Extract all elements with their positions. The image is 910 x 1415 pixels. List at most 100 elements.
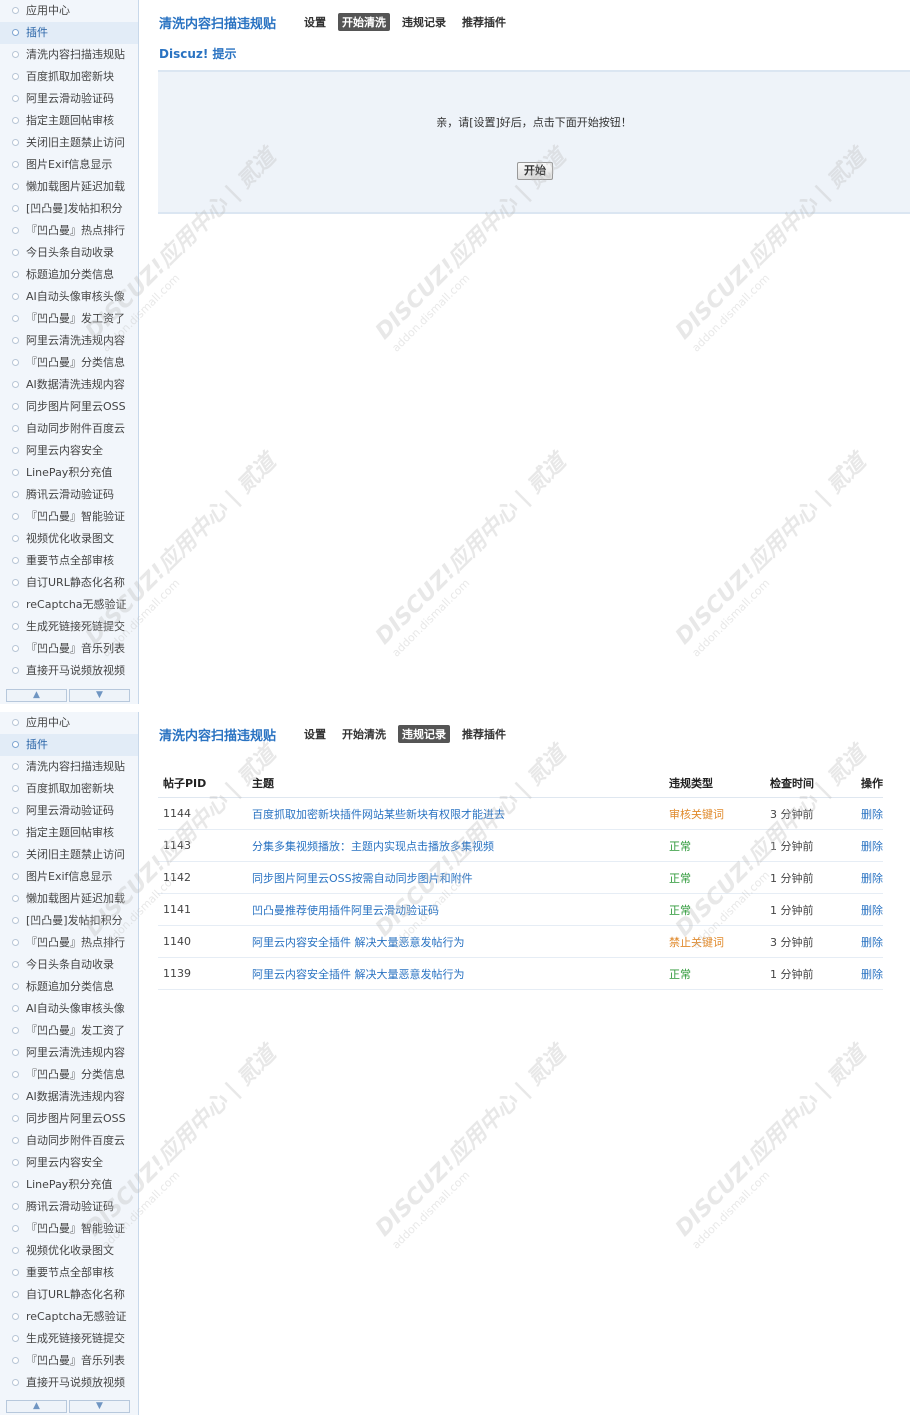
sidebar-item[interactable]: 『凹凸曼』分类信息: [0, 1064, 138, 1086]
sidebar-item[interactable]: 插件: [0, 22, 138, 44]
sidebar-item[interactable]: 应用中心: [0, 712, 138, 734]
sidebar: 应用中心插件 清洗内容扫描违规贴 百度抓取加密新块 阿里云滑动验证码 指定主题回帖审核关…: [0, 0, 139, 704]
sidebar-item[interactable]: 同步图片阿里云OSS: [0, 1108, 138, 1130]
table-cell: 同步图片阿里云OSS按需自动同步图片和附件: [247, 861, 664, 894]
sidebar-item[interactable]: 重要节点全部审核: [0, 1262, 138, 1284]
row-delete-link[interactable]: 删除: [861, 872, 883, 885]
sidebar-item[interactable]: reCaptcha无感验证: [0, 1306, 138, 1328]
sidebar-item[interactable]: 应用中心: [0, 0, 138, 22]
row-delete-link[interactable]: 删除: [861, 840, 883, 853]
row-subject-link[interactable]: 百度抓取加密新块插件网站某些新块有权限才能进去: [252, 808, 505, 821]
sidebar-item[interactable]: 懒加载图片延迟加载: [0, 888, 138, 910]
sidebar-item[interactable]: 关闭旧主题禁止访问: [0, 844, 138, 866]
bullet-icon: [12, 960, 19, 968]
sidebar-item[interactable]: 百度抓取加密新块: [0, 778, 138, 800]
tab-settings[interactable]: 设置: [300, 725, 330, 743]
sidebar-item[interactable]: 图片Exif信息显示: [0, 154, 138, 176]
start-button[interactable]: 开始: [517, 162, 553, 180]
sidebar-item[interactable]: 『凹凸曼』发工资了: [0, 308, 138, 330]
sidebar-item[interactable]: 阿里云清洗违规内容: [0, 1042, 138, 1064]
sidebar-item[interactable]: 阿里云滑动验证码: [0, 800, 138, 822]
row-violation-type: 正常: [669, 839, 691, 853]
sidebar-item[interactable]: 直接开马说频放视频: [0, 660, 138, 682]
sidebar-item[interactable]: AI数据清洗违规内容: [0, 374, 138, 396]
sidebar-item[interactable]: 『凹凸曼』智能验证: [0, 1218, 138, 1240]
sidebar-item-label: 阿里云内容安全: [26, 1156, 103, 1169]
sidebar-item[interactable]: 今日头条自动收录: [0, 242, 138, 264]
row-subject-link[interactable]: 同步图片阿里云OSS按需自动同步图片和附件: [252, 872, 473, 885]
tab-recommended-plugins[interactable]: 推荐插件: [458, 725, 510, 743]
sidebar-item[interactable]: 阿里云清洗违规内容: [0, 330, 138, 352]
row-delete-link[interactable]: 删除: [861, 904, 883, 917]
sidebar-item[interactable]: 『凹凸曼』热点排行: [0, 932, 138, 954]
scroll-up-icon[interactable]: ▲: [6, 689, 67, 702]
scroll-up-icon[interactable]: ▲: [6, 1400, 67, 1413]
sidebar-item[interactable]: 『凹凸曼』音乐列表: [0, 638, 138, 660]
sidebar-item[interactable]: 『凹凸曼』音乐列表: [0, 1350, 138, 1372]
row-delete-link[interactable]: 删除: [861, 968, 883, 981]
sidebar-item[interactable]: [凹凸曼]发帖扣积分: [0, 198, 138, 220]
sidebar-item[interactable]: LinePay积分充值: [0, 1174, 138, 1196]
row-subject-link[interactable]: 阿里云内容安全插件 解决大量恶意发帖行为: [252, 968, 465, 981]
plugin-title[interactable]: 清洗内容扫描违规贴: [159, 13, 276, 32]
row-subject-link[interactable]: 阿里云内容安全插件 解决大量恶意发帖行为: [252, 936, 465, 949]
tab-start-clean[interactable]: 开始清洗: [338, 13, 390, 31]
sidebar-item[interactable]: 标题追加分类信息: [0, 264, 138, 286]
sidebar-item[interactable]: 清洗内容扫描违规贴: [0, 756, 138, 778]
row-subject-link[interactable]: 分集多集视频播放：主题内实现点击播放多集视频: [252, 840, 494, 853]
sidebar-item[interactable]: 百度抓取加密新块: [0, 66, 138, 88]
table-cell: 审核关键词: [664, 797, 765, 830]
sidebar-item[interactable]: 阿里云内容安全: [0, 440, 138, 462]
sidebar-item[interactable]: reCaptcha无感验证: [0, 594, 138, 616]
sidebar-item[interactable]: 同步图片阿里云OSS: [0, 396, 138, 418]
sidebar-item[interactable]: 自订URL静态化名称: [0, 1284, 138, 1306]
sidebar-item[interactable]: 指定主题回帖审核: [0, 822, 138, 844]
plugin-title[interactable]: 清洗内容扫描违规贴: [159, 725, 276, 744]
sidebar-item[interactable]: 标题追加分类信息: [0, 976, 138, 998]
row-subject-link[interactable]: 凹凸曼推荐使用插件阿里云滑动验证码: [252, 904, 439, 917]
sidebar-item[interactable]: AI自动头像审核头像: [0, 286, 138, 308]
sidebar-item[interactable]: 生成死链接死链提交: [0, 1328, 138, 1350]
sidebar-item[interactable]: 重要节点全部审核: [0, 550, 138, 572]
sidebar-item[interactable]: 视频优化收录图文: [0, 1240, 138, 1262]
sidebar-item[interactable]: 指定主题回帖审核: [0, 110, 138, 132]
sidebar-item[interactable]: LinePay积分充值: [0, 462, 138, 484]
table-cell: 删除: [856, 829, 883, 862]
sidebar-item[interactable]: 自动同步附件百度云: [0, 418, 138, 440]
sidebar-item[interactable]: 自订URL静态化名称: [0, 572, 138, 594]
sidebar-item[interactable]: 自动同步附件百度云: [0, 1130, 138, 1152]
row-delete-link[interactable]: 删除: [861, 808, 883, 821]
sidebar-item[interactable]: [凹凸曼]发帖扣积分: [0, 910, 138, 932]
sidebar-item[interactable]: 生成死链接死链提交: [0, 616, 138, 638]
sidebar-item[interactable]: 腾讯云滑动验证码: [0, 1196, 138, 1218]
sidebar-item-label: 应用中心: [26, 4, 70, 17]
sidebar-item[interactable]: 今日头条自动收录: [0, 954, 138, 976]
sidebar-item[interactable]: 『凹凸曼』发工资了: [0, 1020, 138, 1042]
bullet-icon: [12, 270, 19, 278]
scroll-down-icon[interactable]: ▼: [69, 1400, 130, 1413]
sidebar-item[interactable]: 阿里云滑动验证码: [0, 88, 138, 110]
sidebar-item[interactable]: 图片Exif信息显示: [0, 866, 138, 888]
sidebar-item[interactable]: 视频优化收录图文: [0, 528, 138, 550]
sidebar-item[interactable]: 关闭旧主题禁止访问: [0, 132, 138, 154]
tab-recommended-plugins[interactable]: 推荐插件: [458, 13, 510, 31]
row-delete-link[interactable]: 删除: [861, 936, 883, 949]
tab-settings[interactable]: 设置: [300, 13, 330, 31]
sidebar-item[interactable]: AI数据清洗违规内容: [0, 1086, 138, 1108]
sidebar-item-label: 『凹凸曼』音乐列表: [26, 642, 125, 655]
sidebar-item[interactable]: 『凹凸曼』智能验证: [0, 506, 138, 528]
tab-start-clean[interactable]: 开始清洗: [338, 725, 390, 743]
sidebar-item[interactable]: AI自动头像审核头像: [0, 998, 138, 1020]
sidebar-item[interactable]: 『凹凸曼』热点排行: [0, 220, 138, 242]
sidebar-item[interactable]: 直接开马说频放视频: [0, 1372, 138, 1394]
tab-violation-log[interactable]: 违规记录: [398, 13, 450, 31]
sidebar-item[interactable]: 清洗内容扫描违规贴: [0, 44, 138, 66]
sidebar-item[interactable]: 插件: [0, 734, 138, 756]
sidebar-scroll-controls: ▲ ▼: [6, 1400, 132, 1413]
sidebar-item[interactable]: 腾讯云滑动验证码: [0, 484, 138, 506]
sidebar-item[interactable]: 『凹凸曼』分类信息: [0, 352, 138, 374]
scroll-down-icon[interactable]: ▼: [69, 689, 130, 702]
sidebar-item[interactable]: 阿里云内容安全: [0, 1152, 138, 1174]
tab-violation-log[interactable]: 违规记录: [398, 725, 450, 743]
sidebar-item[interactable]: 懒加载图片延迟加载: [0, 176, 138, 198]
